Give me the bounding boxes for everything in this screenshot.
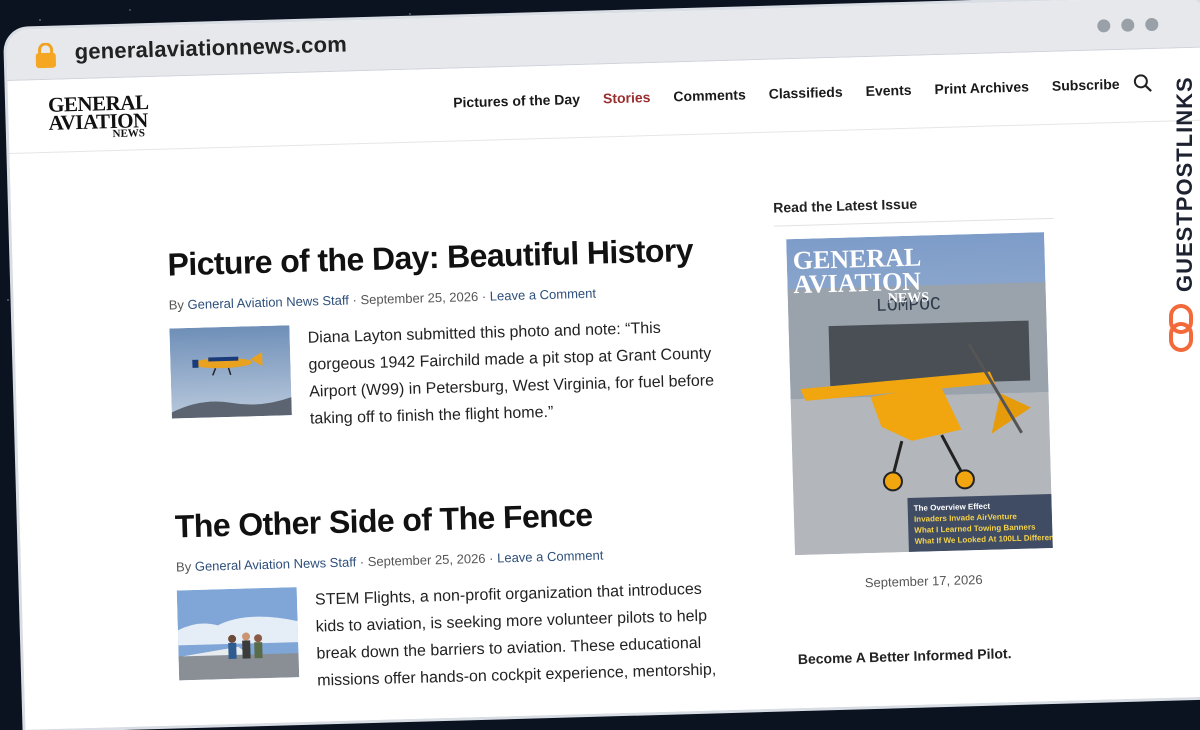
- sidebar-heading: Read the Latest Issue: [773, 191, 1054, 227]
- nav-comments[interactable]: Comments: [673, 86, 746, 104]
- nav-classifieds[interactable]: Classifieds: [769, 84, 843, 102]
- nav-pictures-of-the-day[interactable]: Pictures of the Day: [453, 91, 580, 111]
- url-text[interactable]: generalaviationnews.com: [74, 31, 347, 65]
- meta-by: By: [175, 559, 192, 575]
- post-excerpt: STEM Flights, a non-profit organization …: [314, 580, 717, 690]
- sidebar: Read the Latest Issue LOMPOC GENERAL AVI…: [773, 191, 1054, 667]
- sidebar-cta: Become A Better Informed Pilot.: [797, 645, 1012, 668]
- post-thumbnail[interactable]: [176, 587, 300, 681]
- nav-stories[interactable]: Stories: [603, 89, 651, 106]
- meta-separator: ·: [481, 288, 487, 304]
- main-nav: Pictures of the Day Stories Comments Cla…: [453, 75, 1143, 111]
- issue-date: September 17, 2026: [864, 571, 983, 591]
- search-icon[interactable]: [1133, 73, 1154, 94]
- post-card: The Other Side of The Fence By General A…: [174, 493, 740, 715]
- post-date: September 25, 2026: [360, 288, 479, 308]
- leave-comment-link[interactable]: Leave a Comment: [497, 548, 604, 566]
- meta-separator: ·: [352, 292, 358, 308]
- post-thumbnail[interactable]: [169, 325, 292, 419]
- post-title[interactable]: Picture of the Day: Beautiful History: [167, 231, 728, 284]
- nav-events[interactable]: Events: [865, 82, 911, 99]
- link-chain-icon: [1169, 304, 1193, 352]
- cover-masthead: NEWS: [888, 290, 930, 306]
- browser-window: generalaviationnews.com GENERAL AVIATION…: [6, 0, 1200, 730]
- post-author-link[interactable]: General Aviation News Staff: [187, 293, 349, 313]
- meta-by: By: [168, 297, 185, 313]
- meta-separator: ·: [359, 554, 365, 570]
- watermark-text: GUESTPOSTLINKS: [1172, 76, 1197, 292]
- lock-icon: [35, 42, 56, 69]
- nav-print-archives[interactable]: Print Archives: [934, 78, 1029, 97]
- post-body: STEM Flights, a non-profit organization …: [176, 575, 740, 699]
- window-dot[interactable]: [1121, 18, 1135, 32]
- meta-separator: ·: [488, 550, 494, 566]
- post-meta: By General Aviation News Staff · Septemb…: [169, 282, 729, 313]
- post-author-link[interactable]: General Aviation News Staff: [195, 554, 357, 574]
- post-date: September 25, 2026: [367, 550, 486, 570]
- nav-subscribe[interactable]: Subscribe: [1052, 76, 1120, 94]
- window-dot[interactable]: [1145, 17, 1159, 32]
- magazine-cover[interactable]: LOMPOC GENERAL AVIATION NEWS The Overvie…: [786, 232, 1053, 556]
- post-body: Diana Layton submitted this photo and no…: [169, 313, 732, 437]
- post-excerpt: Diana Layton submitted this photo and no…: [307, 319, 715, 428]
- post-meta: By General Aviation News Staff · Septemb…: [176, 544, 736, 575]
- site-logo[interactable]: GENERAL AVIATION NEWS: [48, 90, 159, 142]
- window-controls: [1097, 17, 1159, 33]
- leave-comment-link[interactable]: Leave a Comment: [490, 286, 597, 304]
- web-page: GENERAL AVIATION NEWS Pictures of the Da…: [7, 47, 1200, 730]
- post-title[interactable]: The Other Side of The Fence: [174, 493, 735, 546]
- window-dot[interactable]: [1097, 19, 1111, 33]
- post-card: Picture of the Day: Beautiful History By…: [167, 231, 733, 453]
